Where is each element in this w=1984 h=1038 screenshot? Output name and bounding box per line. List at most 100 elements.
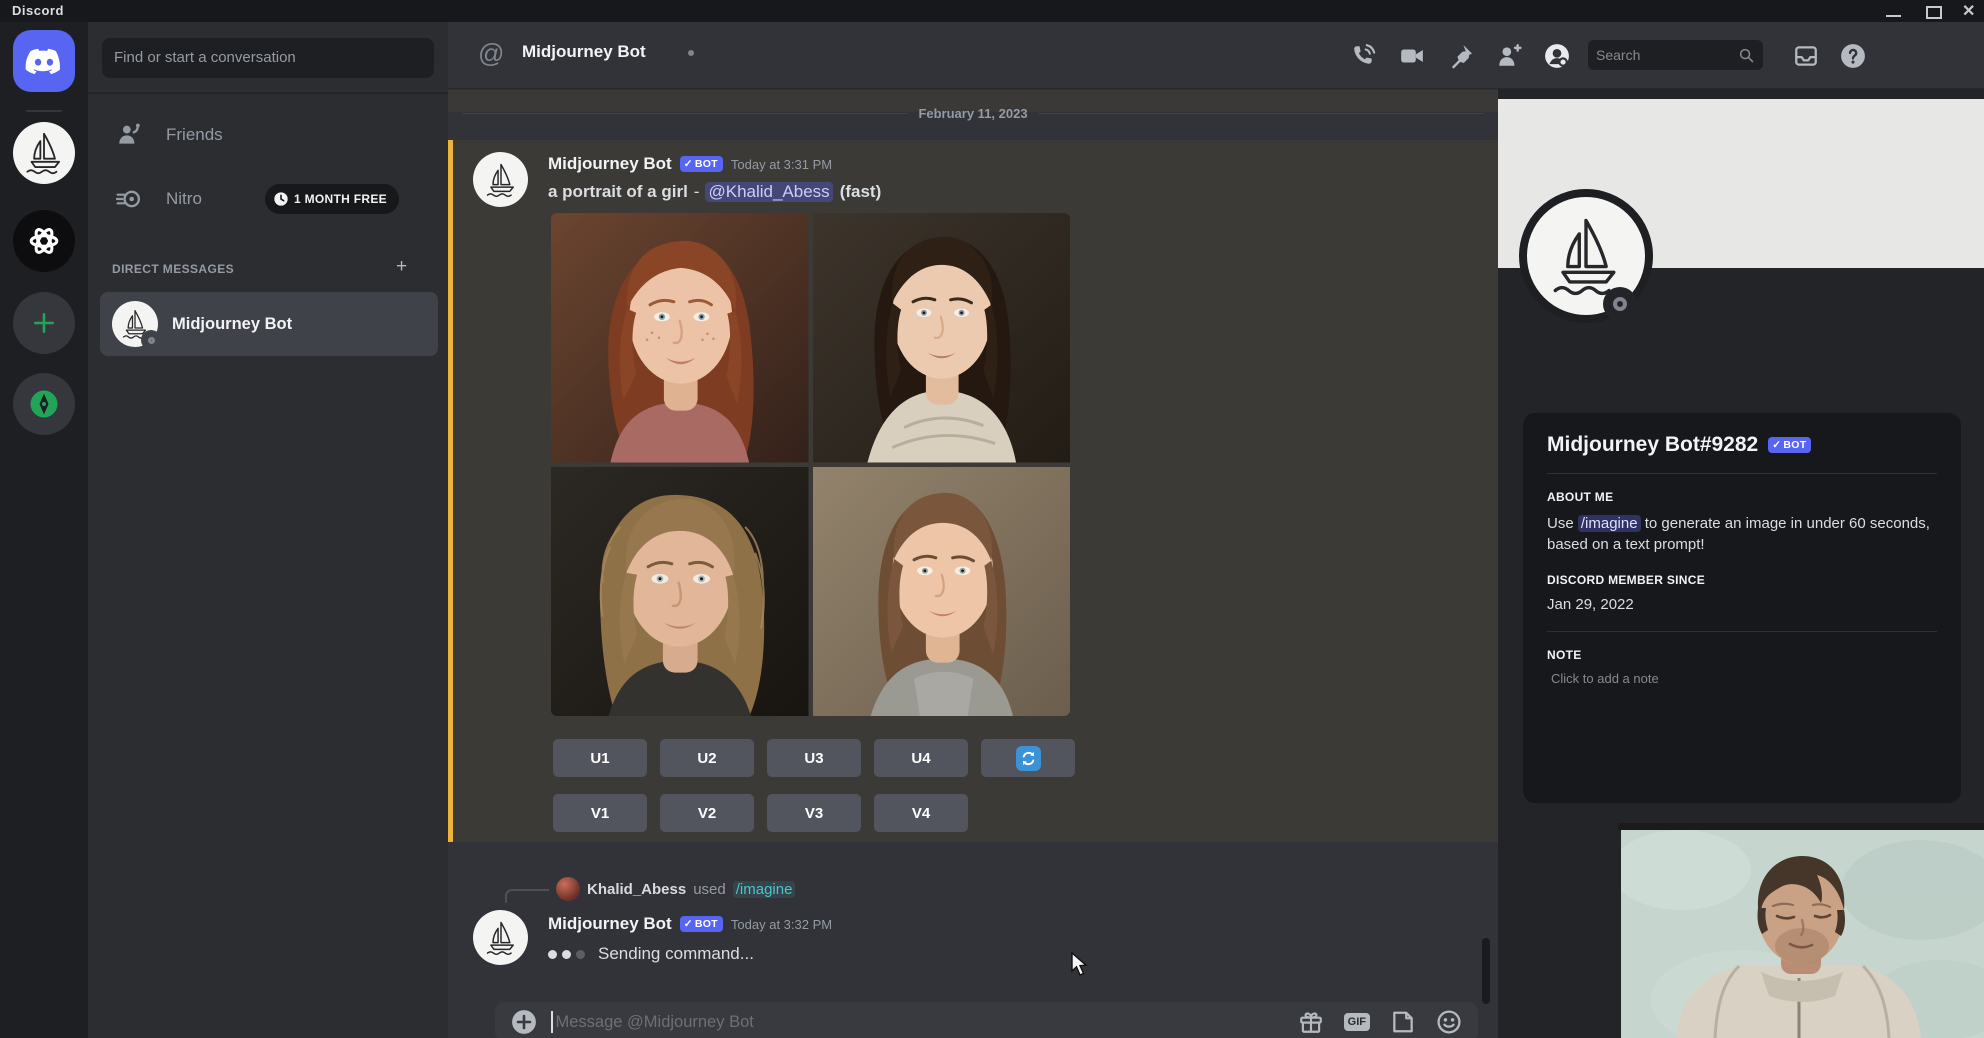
imagine-command-link[interactable]: /imagine <box>1578 515 1641 532</box>
bot-avatar[interactable] <box>473 910 528 965</box>
explore-servers-button[interactable] <box>13 373 75 435</box>
message-input[interactable] <box>556 1013 1278 1032</box>
sailboat-icon <box>480 917 522 959</box>
reply-user-avatar[interactable] <box>556 877 580 901</box>
reply-context: Khalid_Abess used /imagine <box>556 877 795 901</box>
nitro-label: Nitro <box>166 189 202 209</box>
dm-item-midjourney-bot[interactable]: Midjourney Bot <box>100 292 438 356</box>
text-caret <box>551 1011 553 1033</box>
typing-dot <box>576 950 585 959</box>
upscale-button-u4[interactable]: U4 <box>874 739 968 777</box>
add-friends-to-dm-icon[interactable] <box>1496 43 1522 69</box>
sending-command-text: Sending command... <box>598 944 754 964</box>
slash-command-link[interactable]: /imagine <box>733 881 796 898</box>
generated-portrait-4[interactable] <box>813 467 1071 717</box>
generated-portrait-2[interactable] <box>813 213 1071 463</box>
friends-icon <box>116 122 142 148</box>
user-mention[interactable]: @Khalid_Abess <box>705 182 832 202</box>
bot-check-icon: ✓ <box>684 158 693 170</box>
bot-badge: ✓ BOT <box>680 156 723 172</box>
clock-icon <box>273 191 289 207</box>
generated-portrait-3[interactable] <box>551 467 809 717</box>
plus-icon <box>31 310 57 336</box>
bot-badge: ✓ BOT <box>1768 437 1811 453</box>
upscale-button-u3[interactable]: U3 <box>767 739 861 777</box>
message-timestamp: Today at 3:32 PM <box>731 917 832 932</box>
dm-section-header[interactable]: DIRECT MESSAGES <box>112 262 234 276</box>
server-rail <box>0 22 88 1038</box>
at-icon: @ <box>478 38 504 69</box>
friends-label: Friends <box>166 125 223 145</box>
compass-icon <box>24 384 64 424</box>
inbox-icon[interactable] <box>1793 43 1819 69</box>
add-server-button[interactable] <box>13 292 75 354</box>
gif-picker-button[interactable]: GIF <box>1344 1013 1370 1031</box>
server-item-midjourney[interactable] <box>13 122 75 184</box>
chat-search-placeholder: Search <box>1596 47 1738 63</box>
generated-portrait-1[interactable] <box>551 213 809 463</box>
variation-button-v3[interactable]: V3 <box>767 794 861 832</box>
emoji-icon[interactable] <box>1436 1009 1462 1035</box>
start-video-call-icon[interactable] <box>1399 43 1425 69</box>
openai-logo-icon <box>25 222 63 260</box>
author-name[interactable]: Midjourney Bot <box>548 914 672 934</box>
title-bar: Discord ✕ <box>0 0 1984 22</box>
gift-icon[interactable] <box>1298 1009 1324 1035</box>
variation-button-v2[interactable]: V2 <box>660 794 754 832</box>
mouse-cursor <box>1070 952 1092 978</box>
speed-mode-label: (fast) <box>840 182 882 202</box>
user-profile-panel: Midjourney Bot#9282 ✓ BOT ABOUT ME Use /… <box>1498 88 1984 1038</box>
message-timestamp: Today at 3:31 PM <box>731 157 832 172</box>
bot-avatar[interactable] <box>473 152 528 207</box>
create-dm-button[interactable]: + <box>396 256 407 278</box>
webcam-border <box>1618 823 1984 830</box>
sticker-icon[interactable] <box>1390 1009 1416 1035</box>
author-name[interactable]: Midjourney Bot <box>548 154 672 174</box>
home-button[interactable] <box>13 30 75 92</box>
variation-button-v4[interactable]: V4 <box>874 794 968 832</box>
variation-button-v1[interactable]: V1 <box>553 794 647 832</box>
bot-badge: ✓ BOT <box>680 916 723 932</box>
upscale-button-u2[interactable]: U2 <box>660 739 754 777</box>
chat-scrollbar-thumb[interactable] <box>1482 938 1490 1004</box>
pinned-messages-icon[interactable] <box>1448 43 1474 69</box>
help-icon[interactable] <box>1840 43 1866 69</box>
attach-file-icon[interactable] <box>511 1009 537 1035</box>
date-divider-label: February 11, 2023 <box>908 106 1037 121</box>
upscale-button-u1[interactable]: U1 <box>553 739 647 777</box>
sidebar-item-friends[interactable]: Friends <box>98 112 438 158</box>
note-input[interactable]: Click to add a note <box>1547 671 1937 686</box>
member-since-label: DISCORD MEMBER SINCE <box>1547 573 1937 587</box>
bot-check-icon: ✓ <box>684 918 693 930</box>
note-label: NOTE <box>1547 648 1937 662</box>
close-button[interactable]: ✕ <box>1962 1 1978 13</box>
app-title: Discord <box>12 3 64 18</box>
chat-title: Midjourney Bot <box>522 42 646 62</box>
date-divider: February 11, 2023 <box>462 104 1484 122</box>
reply-author[interactable]: Khalid_Abess <box>587 881 686 898</box>
discord-window: Discord ✕ Find or start a conversation <box>0 0 1984 1038</box>
conversation-search-button[interactable]: Find or start a conversation <box>102 38 434 78</box>
reply-spine <box>505 889 549 903</box>
user-profile-toggle-icon[interactable] <box>1544 43 1570 69</box>
channel-status-icon <box>688 50 694 56</box>
rail-divider <box>26 110 62 112</box>
message-header: Midjourney Bot ✓ BOT Today at 3:31 PM <box>548 154 832 174</box>
profile-card: Midjourney Bot#9282 ✓ BOT ABOUT ME Use /… <box>1523 413 1961 803</box>
member-since-value: Jan 29, 2022 <box>1547 596 1937 613</box>
sidebar-item-nitro[interactable]: Nitro 1 MONTH FREE <box>98 176 438 222</box>
minimize-button[interactable] <box>1886 6 1901 17</box>
profile-divider <box>1547 473 1937 474</box>
chat-search-box[interactable]: Search <box>1588 40 1763 70</box>
typing-dot <box>548 950 557 959</box>
profile-divider <box>1547 631 1937 632</box>
message-content: a portrait of a girl - @Khalid_Abess (fa… <box>548 182 881 202</box>
reroll-button[interactable] <box>981 739 1075 777</box>
dm-item-label: Midjourney Bot <box>172 315 292 334</box>
dm-avatar <box>112 301 158 347</box>
generated-image-grid[interactable] <box>551 213 1070 716</box>
profile-name-tag: Midjourney Bot#9282 <box>1547 433 1758 457</box>
start-voice-call-icon[interactable] <box>1350 43 1376 69</box>
maximize-button[interactable] <box>1926 6 1942 19</box>
server-item-openai[interactable] <box>13 210 75 272</box>
